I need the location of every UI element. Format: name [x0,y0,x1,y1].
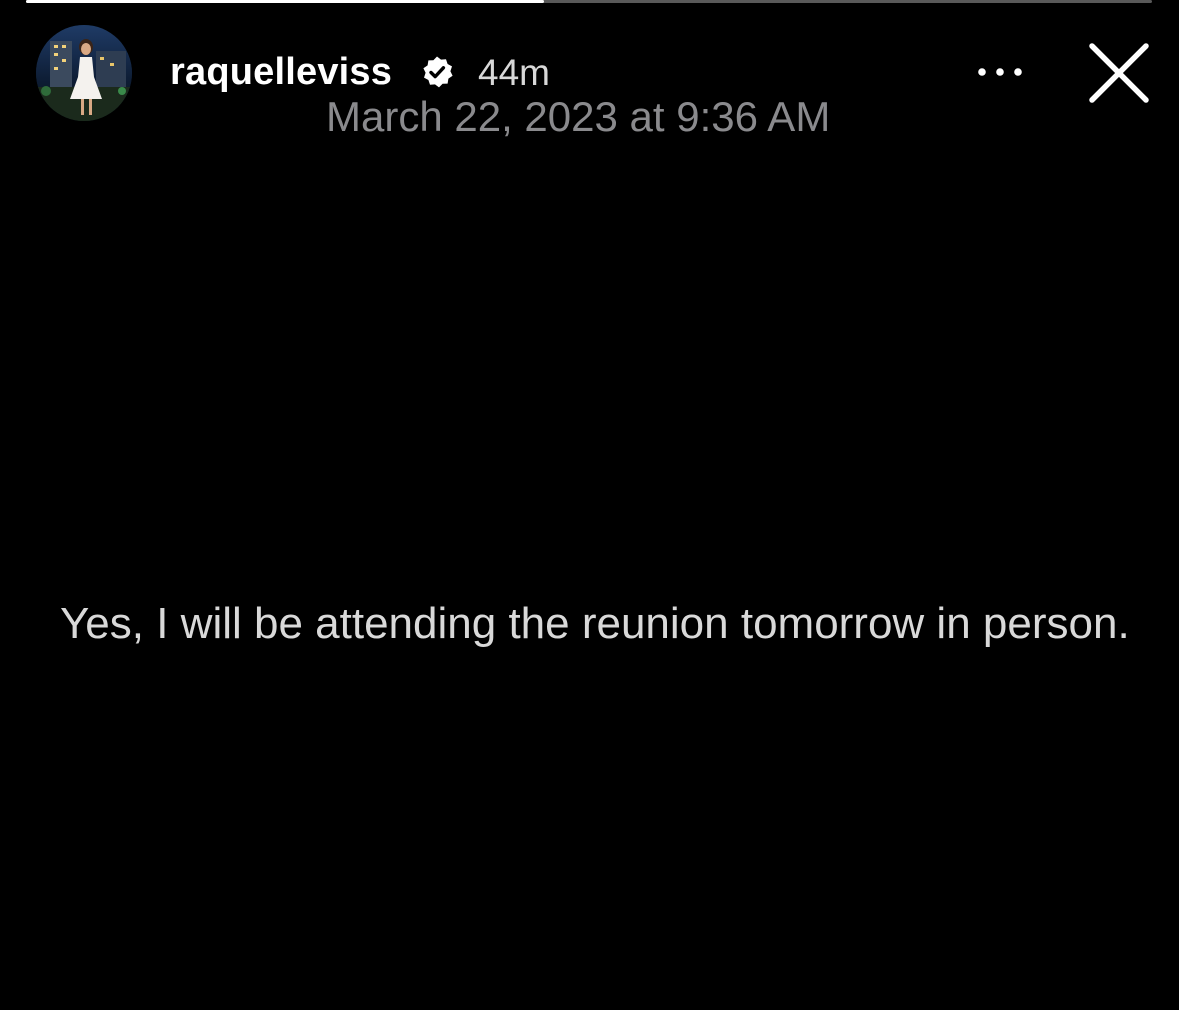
verified-badge-icon [420,55,454,89]
more-options-button[interactable] [970,52,1030,92]
story-progress-fill [26,0,544,3]
avatar[interactable] [36,25,132,121]
close-icon [1089,43,1149,103]
story-progress-bar [26,0,1152,3]
more-horizontal-icon [978,68,1022,76]
time-ago-label: 44m [478,52,550,93]
post-text: Yes, I will be attending the reunion tom… [60,599,1130,648]
close-button[interactable] [1084,38,1154,108]
post-timestamp: March 22, 2023 at 9:36 AM [326,93,831,140]
username[interactable]: raquelleviss [170,50,392,94]
